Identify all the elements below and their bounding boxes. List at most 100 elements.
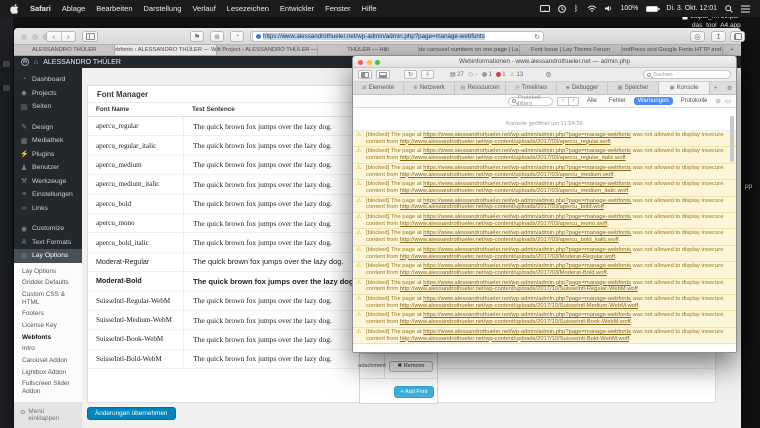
back-button[interactable]: ‹ [47,32,62,41]
dock-to-side-button[interactable] [358,70,372,79]
sidebar-item[interactable]: ✎ Design [14,121,82,135]
sidebar-item[interactable]: ⚙ Lay Options [14,249,82,263]
sidebar-item[interactable]: ⚡ Plugins [14,148,82,162]
inspector-tab[interactable]: ▣ Konsole [659,82,710,94]
menubar-menu[interactable]: Darstellung [144,4,182,13]
extension-icon[interactable]: ⊕ [210,31,224,42]
close-window-button[interactable] [21,34,27,40]
menubar-menu[interactable]: Entwickler [280,4,314,13]
add-tab-button[interactable]: + [714,85,718,92]
volume-icon[interactable] [605,5,613,12]
blocked-file-link[interactable]: http://www.alessandrothueler.net/wp-cont… [400,270,607,276]
sidebar-item[interactable]: ▤ Seiten [14,100,82,114]
submenu-item[interactable]: Footers [14,308,82,320]
submenu-item[interactable]: License Key [14,320,82,332]
download-button[interactable]: ⇩ [421,70,434,79]
submenu-item[interactable]: Carousel Addon [14,355,82,367]
blocked-file-link[interactable]: http://www.alessandrothueler.net/wp-cont… [400,254,615,260]
submenu-item[interactable]: Lightbox Addon [14,367,82,379]
console-scope-button[interactable]: Alle [583,97,601,105]
console-filter-input[interactable]: Protokoll filtern [508,97,553,106]
sidebar-item[interactable]: ∞ Links [14,202,82,216]
apply-changes-button[interactable]: Änderungen übernehmen [87,407,176,420]
remove-font-button[interactable]: ✖ Remove [389,361,433,372]
sidebar-item[interactable]: ▦ Mediathek [14,134,82,148]
browser-tab[interactable]: ALESSANDRO THÜLER [14,45,115,55]
add-font-button[interactable]: + Add Font [394,386,434,398]
inspector-search-input[interactable]: Suchen [643,70,731,79]
menubar-clock[interactable]: Di. 3. Okt. 12:01 [666,5,717,12]
apple-menu-icon[interactable] [10,4,19,14]
menubar-menu[interactable]: Safari [30,4,51,13]
console-scope-button[interactable]: Fehler [605,97,630,105]
split-console-icon[interactable]: ▭ [725,97,731,105]
blocked-file-link[interactable]: http://www.alessandrothueler.net/wp-cont… [400,336,629,342]
submenu-item[interactable]: Fullscreen Slider Addon [14,378,82,397]
menubar-menu[interactable]: Hilfe [362,4,377,13]
page-url-link[interactable]: https://www.alessandrothueler.net/wp-adm… [423,247,631,253]
inspector-tab[interactable]: ◈ Debugger [557,82,608,94]
page-url-link[interactable]: https://www.alessandrothueler.net/wp-adm… [423,198,631,204]
page-url-link[interactable]: https://www.alessandrothueler.net/wp-adm… [423,280,631,286]
blocked-file-link[interactable]: http://www.alessandrothueler.net/wp-cont… [400,204,604,210]
dock-to-bottom-button[interactable] [376,70,390,79]
extension-icon[interactable]: ◔ [230,31,244,42]
blocked-file-link[interactable]: http://www.alessandrothueler.net/wp-cont… [400,303,638,309]
clock-status-icon[interactable] [558,5,566,13]
inspector-tab[interactable]: ▤ Ressourcen [455,82,506,94]
blocked-file-link[interactable]: http://www.alessandrothueler.net/wp-cont… [400,139,611,145]
warning-count[interactable]: ⚠13 [510,71,524,78]
sidebar-item[interactable]: ◔ Dashboard [14,73,82,87]
previous-result-button[interactable]: ‹ [557,97,568,106]
battery-icon[interactable] [646,6,658,12]
minimize-window-button[interactable] [367,60,372,65]
console-scope-button[interactable]: Protokolle [677,97,712,105]
browser-tab[interactable]: hide carousel numbers on one page | La… [419,45,520,55]
page-url-link[interactable]: https://www.alessandrothueler.net/wp-adm… [423,181,631,187]
inspector-tab[interactable]: ▦ Speicher [608,82,659,94]
inspector-tab[interactable]: ⊞ Elemente [353,82,404,94]
error-count[interactable]: 1 [496,72,506,78]
browser-tab[interactable]: Webfonts ‹ ALESSANDRO THÜLER — W… [115,45,216,55]
page-url-link[interactable]: https://www.alessandrothueler.net/wp-adm… [423,214,631,220]
sidebar-item[interactable]: ≡ Einstellungen [14,188,82,202]
sidebar-item[interactable]: ◉ Customize [14,222,82,236]
notification-center-icon[interactable] [741,5,750,13]
console-scope-button[interactable]: Warnungen [634,97,673,105]
submenu-item[interactable]: Gridder Defaults [14,277,82,289]
clear-console-icon[interactable]: ⊘ [715,97,720,105]
home-icon[interactable]: ⌂ [34,59,38,66]
submenu-item[interactable]: Custom CSS & HTML [14,289,82,308]
blocked-file-link[interactable]: http://www.alessandrothueler.net/wp-cont… [400,188,628,194]
address-bar[interactable]: https://www.alessandrothueler.net/wp-adm… [252,31,544,42]
blocked-file-link[interactable]: http://www.alessandrothueler.net/wp-cont… [400,286,638,292]
menubar-menu[interactable]: Ablage [62,4,85,13]
inspector-tab[interactable]: ⊕ Netzwerk [404,82,455,94]
blocked-file-link[interactable]: http://www.alessandrothueler.net/wp-cont… [400,172,614,178]
tab-overview-icon[interactable] [730,31,745,42]
share-icon[interactable]: ↥ [711,31,726,42]
page-url-link[interactable]: https://www.alessandrothueler.net/wp-adm… [423,329,631,335]
log-count[interactable]: 1 [482,72,492,78]
page-url-link[interactable]: https://www.alessandrothueler.net/wp-adm… [423,296,631,302]
spotlight-search-icon[interactable] [725,5,733,13]
console-scrollbar-thumb[interactable] [730,116,734,162]
next-result-button[interactable]: › [568,97,579,106]
sidebar-toggle-button[interactable] [82,31,98,42]
sidebar-item[interactable]: ♟ Benutzer [14,161,82,175]
zoom-window-button[interactable] [375,60,380,65]
browser-tab[interactable]: Font Issue | Lay Theme Forum [520,45,621,55]
sidebar-item[interactable]: A Text Formats [14,236,82,250]
sidebar-item[interactable]: ◆ Projects [14,87,82,101]
browser-tab[interactable]: Edit Project ‹ ALESSANDRO THÜLER —… [217,45,318,55]
blocked-file-link[interactable]: http://www.alessandrothueler.net/wp-cont… [400,155,626,161]
menubar-menu[interactable]: Lesezeichen [227,4,269,13]
blocked-file-link[interactable]: http://www.alessandrothueler.net/wp-cont… [400,221,607,227]
page-url-link[interactable]: https://www.alessandrothueler.net/wp-adm… [423,263,631,269]
menubar-menu[interactable]: Bearbeiten [96,4,132,13]
page-url-link[interactable]: https://www.alessandrothueler.net/wp-adm… [423,132,631,138]
collapse-menu-button[interactable]: ⊖ Menü einklappen [14,402,82,428]
wordpress-logo-icon[interactable]: W [21,58,29,66]
page-url-link[interactable]: https://www.alessandrothueler.net/wp-adm… [423,165,631,171]
blocked-file-link[interactable]: http://www.alessandrothueler.net/wp-cont… [400,237,619,243]
